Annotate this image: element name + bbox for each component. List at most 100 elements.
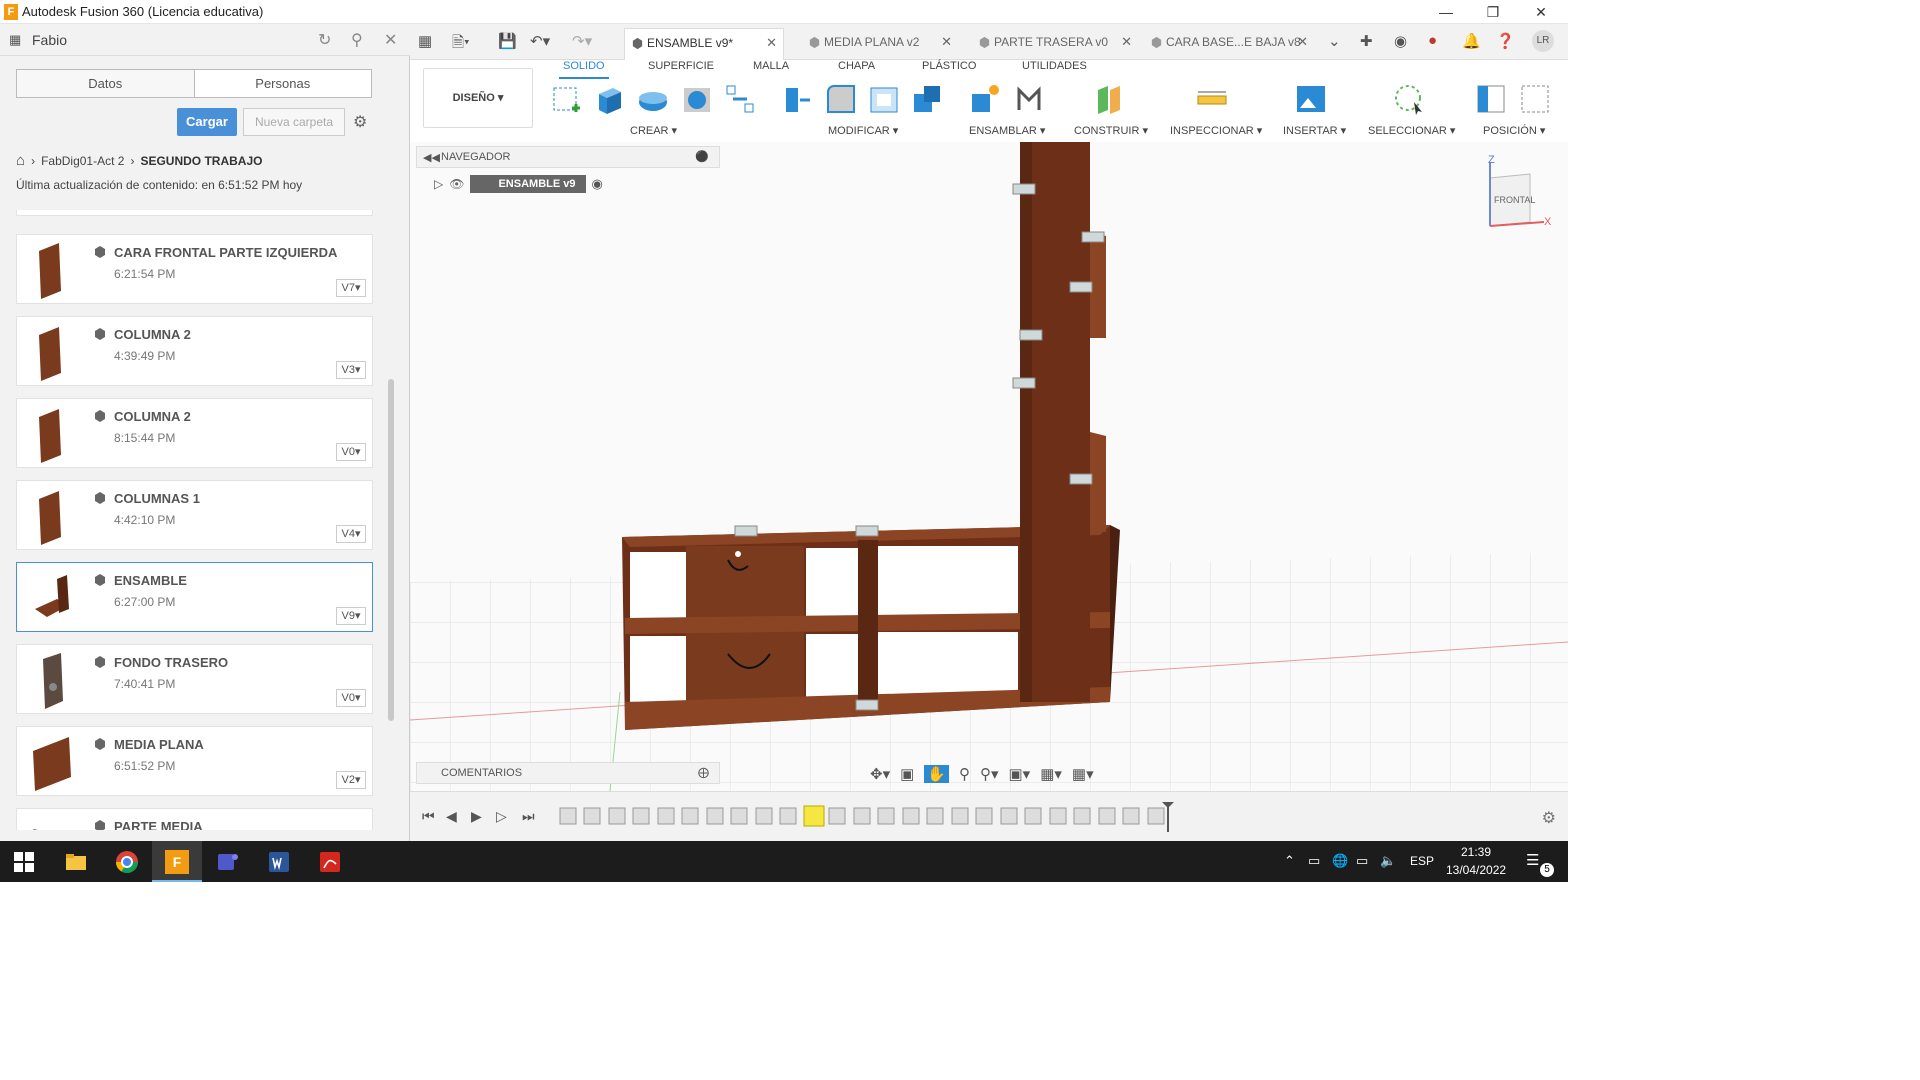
- extrude-icon[interactable]: [593, 82, 627, 116]
- acrobat-icon[interactable]: [318, 850, 342, 874]
- group-modificar[interactable]: MODIFICAR ▾: [828, 124, 898, 137]
- close-panel-icon[interactable]: ✕: [384, 30, 397, 50]
- file-menu-icon[interactable]: 🗎▾: [452, 32, 470, 57]
- list-item[interactable]: FONDO TRASERO 7:40:41 PM V0▾: [16, 644, 373, 714]
- view-cube[interactable]: Z X FRONTAL: [1478, 154, 1551, 232]
- new-folder-button[interactable]: Nueva carpeta: [243, 108, 345, 136]
- display-settings-icon[interactable]: ▣▾: [1009, 765, 1031, 783]
- version-dropdown[interactable]: V4▾: [336, 525, 366, 543]
- select-icon[interactable]: [1392, 82, 1426, 116]
- file-explorer-icon[interactable]: [64, 850, 88, 874]
- group-seleccionar[interactable]: SELECCIONAR ▾: [1368, 124, 1455, 137]
- group-insertar[interactable]: INSERTAR ▾: [1283, 124, 1346, 137]
- battery-icon[interactable]: ▭: [1308, 853, 1320, 869]
- tab-plastico[interactable]: PLÁSTICO: [922, 60, 976, 72]
- tab-parte-trasera[interactable]: PARTE TRASERA v0 ✕: [972, 28, 1138, 60]
- version-dropdown[interactable]: V9▾: [336, 607, 366, 625]
- go-to-start-icon[interactable]: ⏮: [422, 808, 435, 825]
- clock-date[interactable]: 13/04/2022: [1446, 863, 1506, 877]
- play-icon[interactable]: ▶: [471, 808, 482, 825]
- extensions-icon[interactable]: ◉: [1394, 32, 1407, 50]
- pattern-icon[interactable]: [723, 82, 757, 116]
- job-status-icon[interactable]: ●: [1428, 32, 1437, 49]
- notifications-center-icon[interactable]: ☰: [1526, 851, 1539, 869]
- group-crear[interactable]: CREAR ▾: [630, 124, 677, 137]
- step-back-icon[interactable]: ◀: [446, 808, 457, 825]
- add-comment-icon[interactable]: ⨁: [698, 763, 709, 783]
- new-component-icon[interactable]: [968, 82, 1002, 116]
- undo-icon[interactable]: ↶▾: [530, 32, 550, 50]
- joint-icon[interactable]: [1013, 82, 1047, 116]
- list-item[interactable]: CARA FRONTAL PARTE IZQUIERDA 6:21:54 PM …: [16, 234, 373, 304]
- orbit-icon[interactable]: ✥▾: [870, 765, 890, 783]
- notifications-icon[interactable]: 🔔: [1462, 32, 1481, 50]
- sketch-icon[interactable]: [550, 82, 584, 116]
- list-item[interactable]: COLUMNA 2 8:15:44 PM V0▾: [16, 398, 373, 468]
- workspace-switcher[interactable]: DISEÑO ▾: [423, 68, 533, 128]
- breadcrumb-project[interactable]: FabDig01-Act 2: [41, 154, 124, 168]
- tray-chevron-icon[interactable]: ⌃: [1284, 853, 1295, 869]
- fit-icon[interactable]: ⚲▾: [980, 765, 999, 783]
- expand-icon[interactable]: ▷: [434, 177, 443, 191]
- revolve-icon[interactable]: [636, 82, 670, 116]
- restore-button[interactable]: ❐: [1473, 2, 1513, 22]
- tab-malla[interactable]: MALLA: [753, 60, 789, 72]
- viewports-icon[interactable]: ▦▾: [1072, 765, 1094, 783]
- version-dropdown[interactable]: V0▾: [336, 689, 366, 707]
- upload-button[interactable]: Cargar: [177, 108, 237, 136]
- capture-position-icon[interactable]: [1474, 82, 1508, 116]
- close-tab-icon[interactable]: ✕: [1297, 28, 1308, 56]
- zoom-icon[interactable]: ⚲: [959, 765, 970, 783]
- start-icon[interactable]: [12, 850, 36, 874]
- insert-image-icon[interactable]: [1294, 82, 1328, 116]
- shell-icon[interactable]: [867, 82, 901, 116]
- press-pull-icon[interactable]: [780, 82, 814, 116]
- timeline-settings-icon[interactable]: ⚙: [1542, 808, 1556, 828]
- minimize-browser-icon[interactable]: ⚫: [695, 150, 709, 163]
- tab-utilidades[interactable]: UTILIDADES: [1022, 60, 1087, 72]
- breadcrumb-folder[interactable]: SEGUNDO TRABAJO: [140, 154, 262, 168]
- refresh-icon[interactable]: ↻: [318, 30, 331, 50]
- offset-plane-icon[interactable]: [1092, 82, 1126, 116]
- display-icon[interactable]: ▭: [1356, 853, 1368, 869]
- word-icon[interactable]: [267, 850, 291, 874]
- new-tab-icon[interactable]: ✚: [1360, 32, 1373, 50]
- volume-icon[interactable]: 🔈: [1380, 853, 1396, 869]
- list-item[interactable]: PARTE MEDIA: [16, 808, 373, 830]
- list-item[interactable]: ENSAMBLE 6:27:00 PM V9▾: [16, 562, 373, 632]
- go-to-end-icon[interactable]: ⏭: [522, 808, 535, 825]
- list-item[interactable]: [16, 210, 373, 216]
- minimize-button[interactable]: —: [1426, 2, 1466, 22]
- fillet-icon[interactable]: [824, 82, 858, 116]
- activate-radio-icon[interactable]: ◉: [592, 176, 603, 192]
- group-posicion[interactable]: POSICIÓN ▾: [1483, 124, 1545, 137]
- collapse-icon[interactable]: ◀◀: [423, 151, 440, 164]
- help-icon[interactable]: ❓: [1496, 32, 1515, 50]
- tab-superficie[interactable]: SUPERFICIE: [648, 60, 714, 72]
- teams-icon[interactable]: [216, 850, 240, 874]
- sweep-icon[interactable]: [680, 82, 714, 116]
- tab-ensamble[interactable]: ENSAMBLE v9* ✕: [624, 28, 784, 60]
- close-window-button[interactable]: ✕: [1521, 2, 1561, 22]
- avatar[interactable]: LR: [1532, 30, 1554, 52]
- browser-panel[interactable]: ◀◀ NAVEGADOR ⚫: [416, 146, 720, 168]
- redo-icon[interactable]: ↷▾: [572, 32, 592, 50]
- close-tab-icon[interactable]: ✕: [766, 29, 777, 57]
- measure-icon[interactable]: [1195, 82, 1229, 116]
- close-tab-icon[interactable]: ✕: [1121, 28, 1132, 56]
- close-tab-icon[interactable]: ✕: [941, 28, 952, 56]
- revert-position-icon[interactable]: [1518, 82, 1552, 116]
- version-dropdown[interactable]: V7▾: [336, 279, 366, 297]
- user-name[interactable]: Fabio: [32, 32, 67, 48]
- list-item[interactable]: COLUMNA 2 4:39:49 PM V3▾: [16, 316, 373, 386]
- shelf-model[interactable]: [622, 142, 1120, 730]
- tab-solido[interactable]: SOLIDO: [559, 60, 609, 79]
- group-ensamblar[interactable]: ENSAMBLAR ▾: [969, 124, 1045, 137]
- search-icon[interactable]: ⚲: [351, 30, 363, 50]
- clock-time[interactable]: 21:39: [1461, 845, 1491, 859]
- grid-settings-icon[interactable]: ▦▾: [1040, 765, 1062, 783]
- network-icon[interactable]: 🌐: [1332, 853, 1348, 869]
- tabs-overflow-icon[interactable]: ⌄: [1328, 32, 1341, 50]
- version-dropdown[interactable]: V0▾: [336, 443, 366, 461]
- gear-icon[interactable]: ⚙: [353, 112, 367, 132]
